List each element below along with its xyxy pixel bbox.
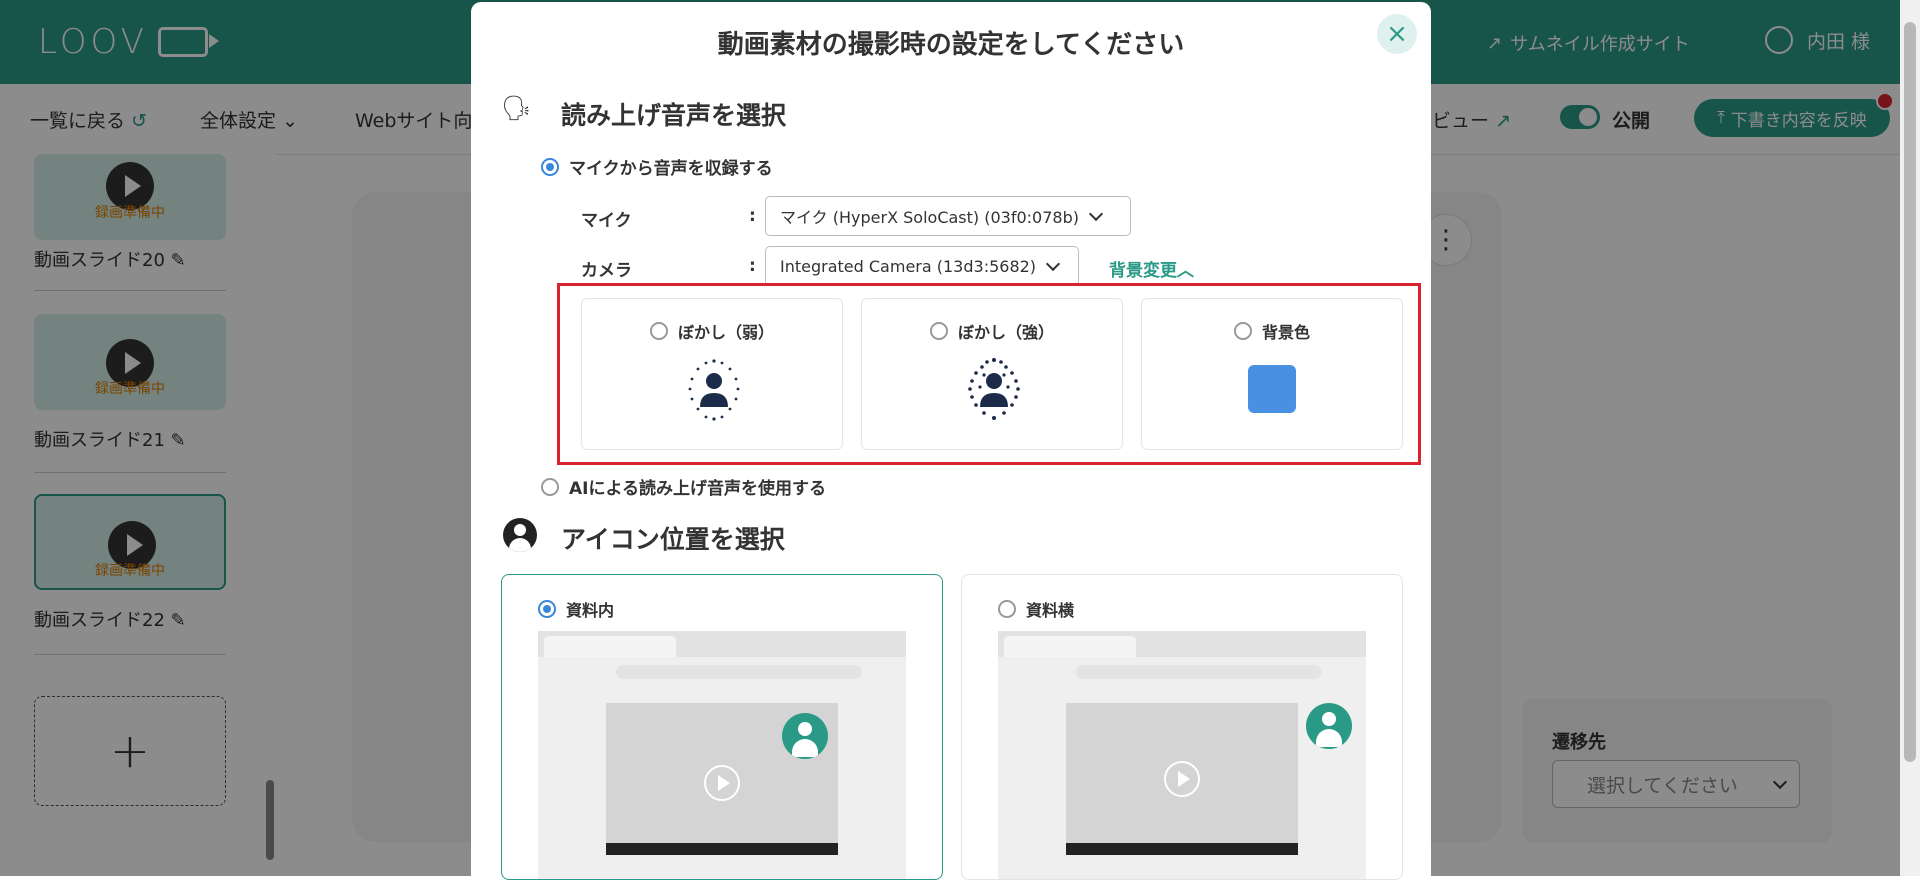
radio-icon-side[interactable] <box>998 600 1016 618</box>
play-icon <box>1164 761 1200 797</box>
browser-mock-inside <box>538 631 906 879</box>
colon: : <box>749 256 756 276</box>
radio-mic-option[interactable]: マイクから音声を収録する <box>541 154 773 179</box>
mic-value: マイク (HyperX SoloCast) (03f0:078b) <box>780 208 1079 227</box>
chevron-down-icon <box>1045 256 1061 271</box>
ai-option-label: AIによる読み上げ音声を使用する <box>569 479 826 499</box>
camera-value: Integrated Camera (13d3:5682) <box>780 256 1037 276</box>
mic-select[interactable]: マイク (HyperX SoloCast) (03f0:078b) <box>765 196 1131 236</box>
inside-option-label: 資料内 <box>566 601 615 620</box>
presenter-avatar-icon <box>782 713 828 759</box>
video-preview <box>1066 703 1298 855</box>
mic-label: マイク <box>581 211 632 231</box>
camera-label: カメラ <box>581 261 632 281</box>
play-icon <box>704 765 740 801</box>
side-option-row: 資料横 <box>998 597 1074 621</box>
page-scrollbar[interactable] <box>1900 0 1920 876</box>
modal-title: 動画素材の撮影時の設定をしてください <box>717 30 1185 60</box>
radio-mic[interactable] <box>541 157 559 176</box>
voice-section-title: 読み上げ音声を選択 <box>561 101 787 130</box>
browser-mock-side <box>998 631 1366 879</box>
background-change-toggle[interactable]: 背景変更︿ <box>1109 256 1194 281</box>
radio-icon-inside[interactable] <box>538 600 556 618</box>
highlight-frame <box>557 283 1421 465</box>
mic-option-label: マイクから音声を収録する <box>569 159 773 179</box>
chevron-up-icon: ︿ <box>1177 261 1194 281</box>
chevron-down-icon <box>1088 206 1104 221</box>
user-circle-icon <box>503 518 537 552</box>
presenter-avatar-icon <box>1306 703 1352 749</box>
page-scrollbar-thumb[interactable] <box>1904 22 1916 762</box>
side-option-label: 資料横 <box>1026 601 1075 620</box>
radio-ai-option[interactable]: AIによる読み上げ音声を使用する <box>541 474 826 499</box>
icon-position-inside-card[interactable]: 資料内 <box>501 574 943 880</box>
icon-position-side-card[interactable]: 資料横 <box>961 574 1403 880</box>
radio-ai[interactable] <box>541 477 559 496</box>
close-icon[interactable]: × <box>1377 14 1417 54</box>
bg-change-label: 背景変更 <box>1109 261 1177 281</box>
voice-speaker-icon: 🗣 <box>501 94 532 122</box>
camera-select[interactable]: Integrated Camera (13d3:5682) <box>765 246 1079 286</box>
colon: : <box>749 206 756 226</box>
icon-section-title: アイコン位置を選択 <box>561 525 785 554</box>
inside-option-row: 資料内 <box>538 597 614 621</box>
